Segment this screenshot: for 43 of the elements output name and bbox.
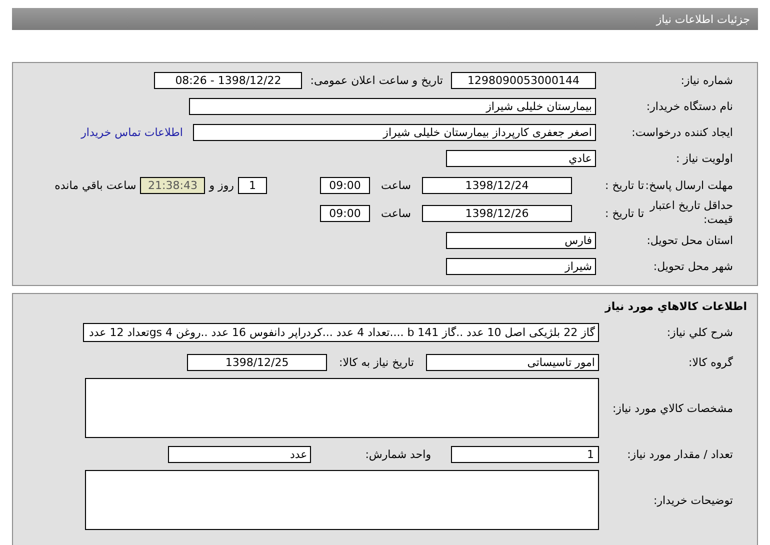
field-label: تا تاریخ : (604, 206, 644, 220)
field-label: روز و (208, 178, 235, 192)
announce-date-field: 1398/12/22 - 08:26 (154, 72, 302, 88)
field-label: شماره نیاز: (680, 74, 734, 86)
field-label: واحد شمارش: (364, 448, 432, 460)
field-label: شهر محل تحویل: (652, 260, 734, 272)
field-label: مهلت ارسال پاسخ: (644, 178, 734, 192)
field-label: توضیحات خریدار: (652, 494, 734, 506)
field-label: ساعت (380, 206, 412, 220)
remaining-time-field: 21:38:43 (140, 176, 206, 194)
requester-field: اصغر جعفری کارپرداز بیمارستان خلیلی شیراز (193, 124, 596, 140)
field-label: تا تاریخ : (604, 178, 644, 192)
goods-group-field: امور تاسیساتی (426, 354, 599, 370)
deadline-date-field: 1398/12/24 (422, 176, 572, 194)
field-label: ساعت باقي مانده (54, 178, 138, 192)
validity-time-field: 09:00 (320, 204, 370, 222)
field-label: نام دستگاه خریدار: (645, 100, 734, 112)
field-label: استان محل تحویل: (646, 234, 734, 246)
page-title: جزئیات اطلاعات نیاز (656, 12, 750, 26)
field-label: مشخصات کالاي مورد نياز: (611, 402, 734, 414)
field-label: ساعت (380, 178, 412, 192)
field-label: تعداد / مقدار مورد نیاز: (626, 448, 734, 460)
unit-field: عدد (168, 446, 312, 462)
priority-field: عادي (446, 150, 596, 166)
field-label: شرح کلي نياز: (666, 326, 734, 338)
field-label: ایجاد کننده درخواست: (630, 126, 734, 138)
deadline-time-field: 09:00 (320, 176, 370, 194)
field-label: تاریخ و ساعت اعلان عمومی: (309, 74, 444, 86)
days-field: 1 (238, 176, 267, 194)
description-field: گاز 22 بلژیکی اصل 10 عدد ..گاز 141 b ....تعداد 4 عدد ...کردراپر دانفوس 16 عدد ..روغن 4 gsتعداد 12 عدد (83, 322, 599, 342)
need-number-field: 1298090053000144 (451, 72, 596, 88)
validity-date-field: 1398/12/26 (422, 204, 572, 222)
field-label: حداقل تاریخ اعتبار قیمت: (648, 199, 734, 227)
buyer-org-field: بیمارستان خلیلی شیراز (189, 98, 596, 114)
province-field: فارس (446, 232, 596, 248)
field-label: تاریخ نیاز به کالا: (338, 356, 415, 368)
section-title: اطلاعات کالاهاي مورد نياز (604, 300, 747, 313)
city-field: شیراز (446, 258, 596, 274)
field-label: اولویت نیاز : (674, 152, 734, 164)
quantity-field: 1 (451, 446, 599, 462)
need-date-field: 1398/12/25 (187, 354, 328, 370)
field-label: گروه کالا: (688, 356, 734, 368)
buyer-contact-link[interactable]: اطلاعات تماس خریدار (81, 126, 193, 138)
